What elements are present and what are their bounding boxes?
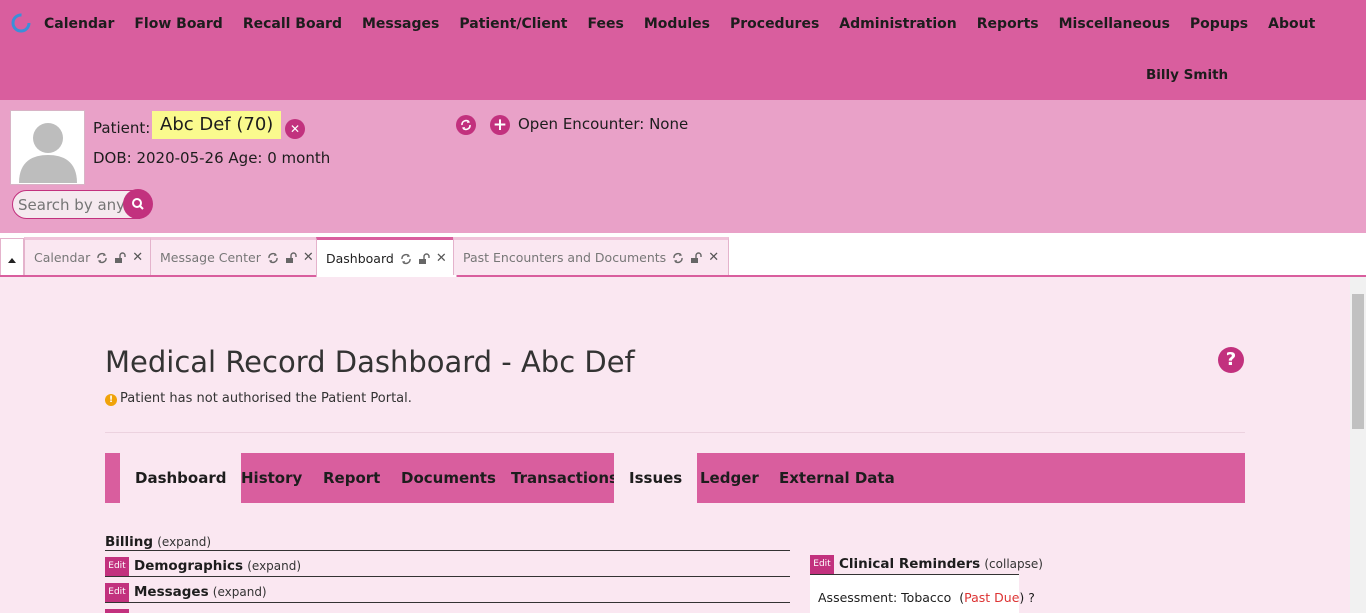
reminder-status: Past Due [964, 590, 1020, 605]
edit-messages-button[interactable]: Edit [105, 583, 129, 602]
refresh-icon[interactable] [96, 252, 108, 264]
unlock-icon[interactable] [285, 251, 297, 264]
page-title: Medical Record Dashboard - Abc Def [105, 345, 635, 379]
reminder-help[interactable]: ? [1028, 590, 1035, 605]
subtab-transactions[interactable]: Transactions [496, 453, 633, 503]
tab-dashboard[interactable]: Dashboard ✕ [316, 237, 457, 277]
reminder-item: Assessment: Tobacco (Past Due) ? [818, 590, 1035, 605]
menu-recall-board[interactable]: Recall Board [243, 16, 342, 32]
billing-section-header[interactable]: Billing (expand) [105, 534, 211, 550]
dashboard-subnav: Dashboard History Report Documents Trans… [105, 453, 1245, 503]
top-navbar: Calendar Flow Board Recall Board Message… [0, 0, 1366, 100]
user-menu[interactable]: Billy Smith [1146, 67, 1228, 83]
section-title: Billing [105, 534, 154, 550]
edit-next-section-button[interactable] [105, 609, 129, 613]
demographics-section-header[interactable]: Demographics (expand) [134, 558, 301, 574]
portal-notice: ! Patient has not authorised the Patient … [105, 391, 412, 406]
app-logo-icon[interactable] [10, 12, 32, 34]
reminder-text: Assessment: Tobacco [818, 590, 952, 605]
patient-label: Patient: [93, 119, 151, 137]
person-placeholder-icon [11, 111, 84, 184]
refresh-icon[interactable] [672, 252, 684, 264]
close-icon[interactable]: ✕ [303, 250, 314, 265]
divider [105, 432, 1245, 433]
patient-avatar [10, 110, 85, 185]
edit-reminders-button[interactable]: Edit [810, 555, 834, 574]
new-encounter-icon[interactable]: + [490, 115, 510, 135]
tab-label: Dashboard [326, 251, 394, 266]
section-title: Messages [134, 584, 209, 600]
menu-about[interactable]: About [1268, 16, 1315, 32]
subtab-history[interactable]: History [226, 453, 317, 503]
tab-message-center[interactable]: Message Center ✕ [150, 237, 324, 275]
search-icon [132, 198, 144, 210]
patient-search-input[interactable] [12, 190, 140, 219]
close-icon[interactable]: ✕ [436, 251, 447, 266]
menu-modules[interactable]: Modules [644, 16, 710, 32]
unlock-icon[interactable] [418, 252, 430, 265]
subtab-report[interactable]: Report [308, 453, 395, 503]
expand-toggle[interactable]: (expand) [213, 585, 267, 599]
dashboard-content: Medical Record Dashboard - Abc Def ? ! Pa… [0, 277, 1350, 613]
subtab-documents[interactable]: Documents [386, 453, 511, 503]
reminders-section-header[interactable]: Clinical Reminders (collapse) [839, 556, 1043, 572]
menu-miscellaneous[interactable]: Miscellaneous [1059, 16, 1170, 32]
help-icon[interactable]: ? [1218, 347, 1244, 373]
menu-popups[interactable]: Popups [1190, 16, 1248, 32]
refresh-icon[interactable] [400, 253, 412, 265]
tab-label: Past Encounters and Documents [463, 250, 667, 265]
section-divider [105, 576, 790, 577]
menu-reports[interactable]: Reports [977, 16, 1039, 32]
tab-bar: Calendar ✕ Message Center ✕ Dashboard ✕ … [0, 233, 1366, 277]
edit-demographics-button[interactable]: Edit [105, 557, 129, 576]
warning-icon: ! [105, 394, 117, 406]
menu-calendar[interactable]: Calendar [44, 16, 114, 32]
section-title: Clinical Reminders [839, 556, 981, 572]
caret-up-icon [8, 258, 16, 263]
tab-past-encounters[interactable]: Past Encounters and Documents ✕ [453, 237, 730, 275]
expand-toggle[interactable]: (expand) [157, 535, 211, 549]
open-encounter-status: Open Encounter: None [518, 115, 689, 133]
content-scrollbar[interactable] [1350, 277, 1366, 613]
section-divider [105, 602, 790, 603]
tab-label: Message Center [160, 250, 261, 265]
menu-administration[interactable]: Administration [839, 16, 956, 32]
close-icon[interactable]: ✕ [708, 250, 719, 265]
section-divider [105, 550, 790, 551]
refresh-encounter-icon[interactable] [456, 115, 476, 135]
unlock-icon[interactable] [114, 251, 126, 264]
search-button[interactable] [123, 189, 153, 219]
collapse-toggle[interactable]: (collapse) [984, 557, 1043, 571]
menu-messages[interactable]: Messages [362, 16, 439, 32]
menu-flow-board[interactable]: Flow Board [134, 16, 222, 32]
menu-procedures[interactable]: Procedures [730, 16, 819, 32]
patient-name[interactable]: Abc Def (70) [152, 111, 282, 139]
refresh-icon[interactable] [267, 252, 279, 264]
tab-collapse-toggle[interactable] [0, 238, 24, 275]
expand-toggle[interactable]: (expand) [247, 559, 301, 573]
patient-dob-age: DOB: 2020-05-26 Age: 0 month [93, 149, 331, 167]
menu-fees[interactable]: Fees [587, 16, 623, 32]
tab-label: Calendar [34, 250, 91, 265]
messages-section-header[interactable]: Messages (expand) [134, 584, 267, 600]
close-icon[interactable]: ✕ [132, 250, 143, 265]
section-title: Demographics [134, 558, 244, 574]
subtab-dashboard[interactable]: Dashboard [120, 453, 242, 503]
close-patient-icon[interactable]: ✕ [285, 119, 305, 139]
scrollbar-thumb[interactable] [1352, 294, 1364, 429]
patient-header: Patient: Abc Def (70) ✕ DOB: 2020-05-26 … [0, 100, 1366, 233]
refresh-icon [461, 119, 471, 131]
subtab-ledger[interactable]: Ledger [685, 453, 774, 503]
menu-patient-client[interactable]: Patient/Client [459, 16, 567, 32]
portal-notice-text: Patient has not authorised the Patient P… [120, 391, 412, 406]
tab-calendar[interactable]: Calendar ✕ [24, 237, 154, 275]
subtab-external-data[interactable]: External Data [764, 453, 910, 503]
unlock-icon[interactable] [690, 251, 702, 264]
main-menu: Calendar Flow Board Recall Board Message… [44, 16, 1315, 32]
